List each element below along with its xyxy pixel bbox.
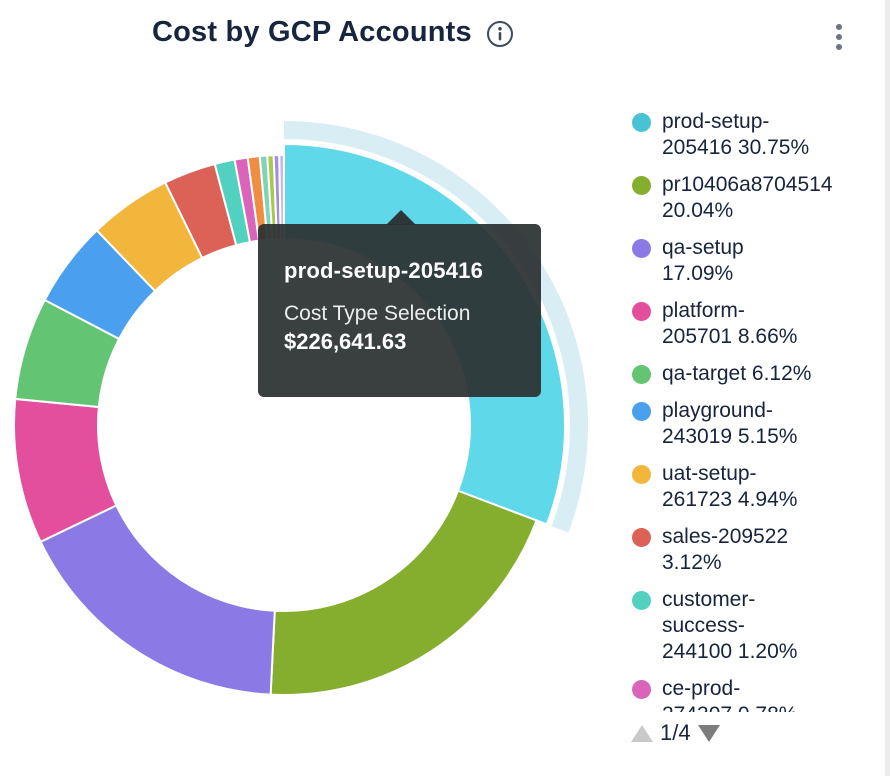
legend-pagination: 1/4 — [631, 720, 720, 746]
legend-color-dot — [632, 365, 651, 384]
legend-label: platform-205701 8.66% — [662, 298, 797, 350]
kebab-dot — [836, 44, 842, 50]
legend-item-qa-setup[interactable]: qa-setup17.09% — [632, 235, 874, 287]
legend-label: pr10406a870451420.04% — [662, 172, 833, 224]
legend-color-dot — [632, 591, 651, 610]
legend-item-uat-setup-261723[interactable]: uat-setup-261723 4.94% — [632, 461, 874, 513]
legend-color-dot — [632, 113, 651, 132]
legend-item-playground-243019[interactable]: playground-243019 5.15% — [632, 398, 874, 450]
legend-item-qa-target[interactable]: qa-target 6.12% — [632, 361, 874, 387]
legend-label: prod-setup-205416 30.75% — [662, 109, 809, 161]
legend-label: ce-prod-274307 0.78% — [662, 676, 797, 712]
legend-label: uat-setup-261723 4.94% — [662, 461, 797, 513]
kebab-dot — [836, 34, 842, 40]
page-title: Cost by GCP Accounts — [152, 16, 472, 49]
legend-label: playground-243019 5.15% — [662, 398, 797, 450]
tooltip-label: Cost Type Selection — [284, 302, 517, 326]
legend-item-prod-setup-205416[interactable]: prod-setup-205416 30.75% — [632, 109, 874, 161]
chart-legend: prod-setup-205416 30.75% pr10406a87045142… — [632, 109, 874, 712]
legend-item-pr10406a8704514[interactable]: pr10406a870451420.04% — [632, 172, 874, 224]
legend-color-dot — [632, 176, 651, 195]
legend-label: customer-success-244100 1.20% — [662, 587, 797, 665]
legend-item-ce-prod-274307[interactable]: ce-prod-274307 0.78% — [632, 676, 874, 712]
tooltip-arrow — [386, 210, 416, 225]
kebab-dot — [836, 24, 842, 30]
tooltip-value: $226,641.63 — [284, 329, 517, 355]
legend-item-platform-205701[interactable]: platform-205701 8.66% — [632, 298, 874, 350]
tooltip-title: prod-setup-205416 — [284, 258, 517, 284]
legend-color-dot — [632, 239, 651, 258]
kebab-menu-button[interactable] — [830, 21, 848, 53]
legend-color-dot — [632, 402, 651, 421]
page-indicator: 1/4 — [660, 720, 691, 746]
legend-item-sales-209522[interactable]: sales-2095223.12% — [632, 524, 874, 576]
widget-header: Cost by GCP Accounts — [152, 16, 514, 49]
legend-label: qa-target 6.12% — [662, 361, 811, 387]
legend-label: qa-setup17.09% — [662, 235, 744, 287]
legend-color-dot — [632, 302, 651, 321]
pie-slice-pr10406a8704514[interactable] — [271, 491, 537, 695]
page-down-icon[interactable] — [698, 725, 720, 742]
info-icon[interactable] — [486, 20, 514, 48]
legend-label: sales-2095223.12% — [662, 524, 788, 576]
chart-tooltip: prod-setup-205416 Cost Type Selection $2… — [258, 224, 541, 397]
cost-by-gcp-accounts-widget: Cost by GCP Accounts prod-setup-205416 C… — [0, 0, 890, 776]
legend-color-dot — [632, 528, 651, 547]
legend-item-customer-success-244100[interactable]: customer-success-244100 1.20% — [632, 587, 874, 665]
legend-color-dot — [632, 465, 651, 484]
legend-color-dot — [632, 680, 651, 699]
pie-slice-qa-setup[interactable] — [41, 505, 275, 694]
page-up-icon[interactable] — [631, 725, 653, 742]
